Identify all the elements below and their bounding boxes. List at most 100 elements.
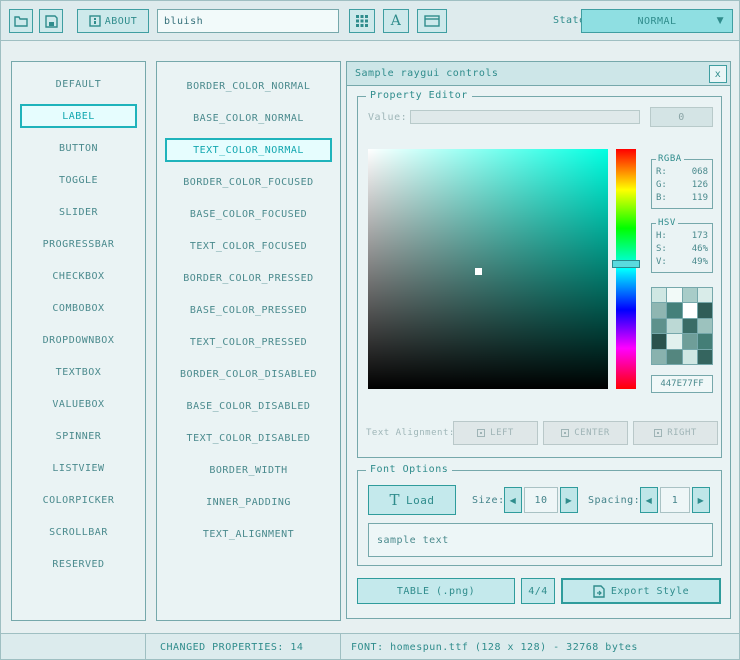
control-item-reserved[interactable]: RESERVED [20,552,137,576]
color-gradient-square[interactable] [368,149,608,389]
color-swatch[interactable] [698,319,712,333]
control-item-dropdownbox[interactable]: DROPDOWNBOX [20,328,137,352]
property-item-border-width[interactable]: BORDER_WIDTH [165,458,332,482]
hue-slider-handle[interactable] [612,260,640,268]
sample-text-input[interactable]: sample text [368,523,713,557]
color-swatch[interactable] [667,288,681,302]
property-item-border-color-disabled[interactable]: BORDER_COLOR_DISABLED [165,362,332,386]
size-value-box[interactable]: 10 [524,487,558,513]
property-item-border-color-focused[interactable]: BORDER_COLOR_FOCUSED [165,170,332,194]
align-center-button[interactable]: CENTER [543,421,628,445]
font-atlas-button[interactable]: A [383,9,409,33]
spacing-increment-button[interactable]: ▶ [692,487,710,513]
color-swatch[interactable] [683,303,697,317]
info-icon [89,15,101,27]
open-style-button[interactable] [9,9,33,33]
table-png-button[interactable]: TABLE (.png) [357,578,515,604]
control-item-checkbox[interactable]: CHECKBOX [20,264,137,288]
control-item-default[interactable]: DEFAULT [20,72,137,96]
h-label: H: [656,230,667,243]
hsv-panel-label: HSV [656,218,678,228]
align-left-button[interactable]: LEFT [453,421,538,445]
property-item-base-color-normal[interactable]: BASE_COLOR_NORMAL [165,106,332,130]
b-value: 119 [692,192,708,205]
color-swatch[interactable] [667,350,681,364]
sample-window-titlebar[interactable]: Sample raygui controls x [347,62,730,86]
state-dropdown[interactable]: NORMAL ▼ [581,9,733,33]
text-alignment-label: Text Alignment: [366,428,455,438]
color-swatch[interactable] [683,350,697,364]
control-item-slider[interactable]: SLIDER [20,200,137,224]
rgba-panel-label: RGBA [656,154,684,164]
g-label: G: [656,179,667,192]
control-item-valuebox[interactable]: VALUEBOX [20,392,137,416]
load-font-button[interactable]: T Load [368,485,456,515]
property-item-base-color-pressed[interactable]: BASE_COLOR_PRESSED [165,298,332,322]
color-swatch[interactable] [667,303,681,317]
control-item-spinner[interactable]: SPINNER [20,424,137,448]
align-right-button[interactable]: RIGHT [633,421,718,445]
hsv-panel: HSV H: 173 S: 46% V: 49% [651,223,713,273]
hue-bar[interactable] [616,149,636,389]
control-item-toggle[interactable]: TOGGLE [20,168,137,192]
property-item-border-color-pressed[interactable]: BORDER_COLOR_PRESSED [165,266,332,290]
color-swatch[interactable] [652,303,666,317]
export-style-button[interactable]: Export Style [561,578,721,604]
property-item-text-color-focused[interactable]: TEXT_COLOR_FOCUSED [165,234,332,258]
control-item-listview[interactable]: LISTVIEW [20,456,137,480]
color-swatch[interactable] [652,319,666,333]
control-item-progressbar[interactable]: PROGRESSBAR [20,232,137,256]
color-swatch[interactable] [652,350,666,364]
load-font-label: Load [406,494,435,507]
save-style-button[interactable] [39,9,63,33]
floppy-icon [45,15,58,28]
color-swatch[interactable] [698,334,712,348]
property-item-text-color-normal[interactable]: TEXT_COLOR_NORMAL [165,138,332,162]
grid-view-button[interactable] [349,9,375,33]
color-swatch[interactable] [652,334,666,348]
about-button[interactable]: ABOUT [77,9,149,33]
window-preview-button[interactable] [417,9,447,33]
v-label: V: [656,256,667,269]
color-swatch[interactable] [698,288,712,302]
control-item-combobox[interactable]: COMBOBOX [20,296,137,320]
page-counter-button[interactable]: 4/4 [521,578,555,604]
hex-value-box[interactable]: 447E77FF [651,375,713,393]
property-editor-group: Property Editor Value: 0 RGBA R: 068 G: … [357,96,722,458]
color-swatch[interactable] [667,319,681,333]
font-options-group: Font Options T Load Size: ◀ 10 ▶ Spacing… [357,470,722,566]
color-swatch[interactable] [683,334,697,348]
property-item-inner-padding[interactable]: INNER_PADDING [165,490,332,514]
color-swatch[interactable] [667,334,681,348]
color-swatch[interactable] [698,350,712,364]
property-item-text-color-pressed[interactable]: TEXT_COLOR_PRESSED [165,330,332,354]
close-icon: x [715,69,722,80]
color-picker-cursor[interactable] [475,268,482,275]
spacing-value-box[interactable]: 1 [660,487,690,513]
color-swatch[interactable] [683,319,697,333]
color-swatch[interactable] [698,303,712,317]
property-item-base-color-focused[interactable]: BASE_COLOR_FOCUSED [165,202,332,226]
style-name-input[interactable] [157,9,339,33]
size-decrement-button[interactable]: ◀ [504,487,522,513]
value-box[interactable]: 0 [650,107,713,127]
sample-window-title: Sample raygui controls [355,68,498,79]
sample-controls-window: Sample raygui controls x Property Editor… [346,61,731,619]
close-button[interactable]: x [709,65,727,83]
color-swatch[interactable] [683,288,697,302]
control-item-colorpicker[interactable]: COLORPICKER [20,488,137,512]
property-item-text-color-disabled[interactable]: TEXT_COLOR_DISABLED [165,426,332,450]
value-slider[interactable] [410,110,640,124]
control-item-label[interactable]: LABEL [20,104,137,128]
control-item-scrollbar[interactable]: SCROLLBAR [20,520,137,544]
spacing-decrement-button[interactable]: ◀ [640,487,658,513]
size-increment-button[interactable]: ▶ [560,487,578,513]
hsv-s-row: S: 46% [656,243,708,256]
property-item-border-color-normal[interactable]: BORDER_COLOR_NORMAL [165,74,332,98]
property-item-base-color-disabled[interactable]: BASE_COLOR_DISABLED [165,394,332,418]
control-item-textbox[interactable]: TEXTBOX [20,360,137,384]
property-item-text-alignment[interactable]: TEXT_ALIGNMENT [165,522,332,546]
color-swatch[interactable] [652,288,666,302]
hsv-v-row: V: 49% [656,256,708,269]
control-item-button[interactable]: BUTTON [20,136,137,160]
